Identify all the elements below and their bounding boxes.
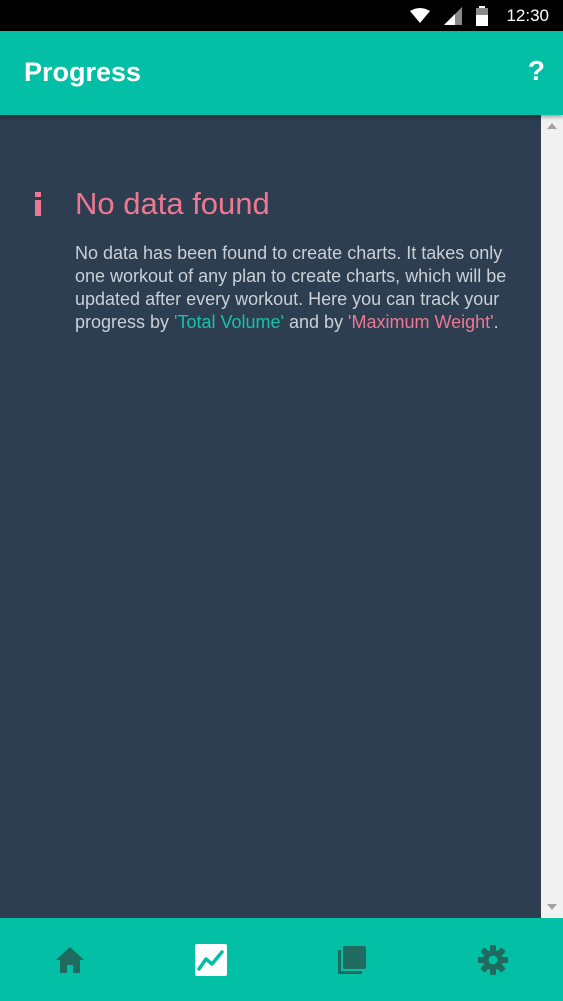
info-icon	[33, 192, 43, 217]
maximum-weight-link: 'Maximum Weight'	[348, 312, 494, 332]
status-bar: 12:30	[0, 0, 563, 31]
status-icons: 12:30	[410, 0, 549, 31]
status-time: 12:30	[506, 5, 549, 25]
scrollbar[interactable]	[541, 115, 563, 918]
stack-icon	[337, 945, 366, 974]
scroll-down-arrow-icon[interactable]	[547, 904, 557, 910]
wifi-icon	[410, 7, 431, 23]
scroll-up-arrow-icon[interactable]	[547, 123, 557, 129]
total-volume-link: 'Total Volume'	[174, 312, 284, 332]
empty-state-message: No data has been found to create charts.…	[75, 242, 515, 334]
empty-message-part2: and by	[283, 312, 349, 332]
bottom-navigation	[0, 918, 563, 1001]
signal-icon	[444, 6, 463, 25]
nav-item-progress[interactable]	[141, 918, 282, 1001]
battery-icon	[476, 5, 489, 26]
chart-icon	[195, 943, 228, 976]
gear-icon	[477, 944, 508, 975]
nav-item-plans[interactable]	[282, 918, 423, 1001]
main-content	[0, 115, 541, 918]
empty-message-part3: .	[493, 312, 499, 332]
info-icon-bar	[35, 200, 41, 216]
app-bar: Progress ?	[0, 31, 563, 115]
info-icon-dot	[35, 192, 41, 197]
home-icon	[56, 946, 85, 973]
nav-item-settings[interactable]	[422, 918, 563, 1001]
page-title: Progress	[24, 57, 142, 87]
empty-state-title: No data found	[75, 186, 270, 221]
help-button[interactable]: ?	[528, 55, 545, 87]
nav-item-home[interactable]	[0, 918, 141, 1001]
